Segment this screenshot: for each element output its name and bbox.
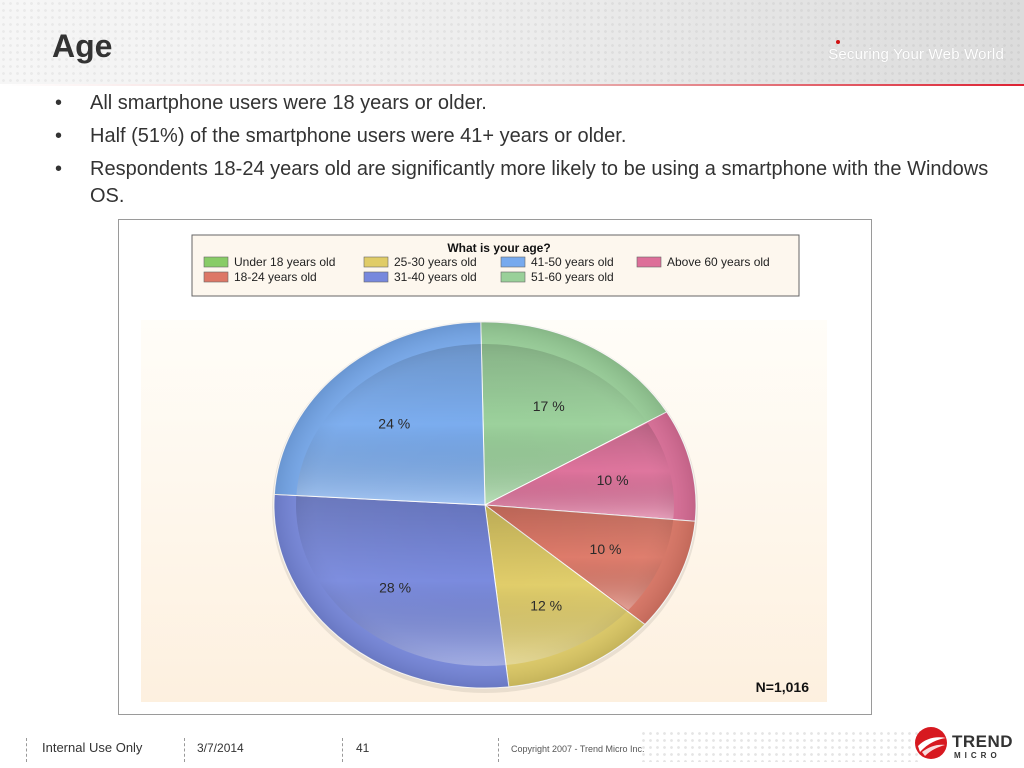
bullet-marker: • (55, 92, 63, 114)
footer-label: Internal Use Only (42, 740, 143, 755)
legend-label: 18-24 years old (234, 270, 317, 284)
footer: Internal Use Only 3/7/2014 41 Copyright … (0, 724, 1024, 768)
logo-wordmark-bottom: MICRO (954, 751, 1001, 760)
slide-title: Age (52, 28, 113, 64)
logo-wordmark-top: TREND (952, 732, 1014, 751)
bullet-item: • Respondents 18-24 years old are signif… (55, 156, 995, 210)
footer-separator (184, 738, 185, 762)
bullet-marker: • (55, 125, 63, 147)
legend-swatch (203, 271, 229, 283)
bullet-marker: • (55, 158, 63, 180)
header-rule (0, 84, 1024, 86)
footer-separator (26, 738, 27, 762)
bullet-list: • All smartphone users were 18 years or … (55, 90, 995, 216)
footer-date: 3/7/2014 (197, 741, 244, 755)
footer-separator (342, 738, 343, 762)
legend-entry: 51-60 years old (500, 270, 614, 284)
legend-swatch (203, 256, 229, 268)
legend-label: 31-40 years old (394, 270, 477, 284)
legend-entry: 25-30 years old (363, 255, 477, 269)
legend-label: 51-60 years old (531, 270, 614, 284)
header-band (0, 0, 1024, 86)
page-number: 41 (356, 741, 370, 755)
legend-swatch (500, 256, 526, 268)
bullet-text: All smartphone users were 18 years or ol… (90, 92, 487, 114)
tagline-dot (836, 40, 840, 44)
trend-micro-logo-icon (915, 727, 947, 759)
legend-swatch (636, 256, 662, 268)
bullet-text: Respondents 18-24 years old are signific… (90, 158, 989, 207)
footer-dot-pattern (640, 730, 920, 762)
bullet-text: Half (51%) of the smartphone users were … (90, 125, 627, 147)
legend-swatch (363, 256, 389, 268)
bullet-item: • Half (51%) of the smartphone users wer… (55, 123, 995, 150)
legend-label: Under 18 years old (234, 255, 335, 269)
chart-title: What is your age? (447, 241, 550, 255)
legend-swatch (363, 271, 389, 283)
legend-label: Above 60 years old (667, 255, 770, 269)
sample-size-annotation: N=1,016 (756, 679, 810, 695)
pie-slices: 17 %10 %10 %12 %28 %24 % (272, 321, 698, 693)
header-dot-pattern (0, 0, 1024, 86)
legend-entry: Above 60 years old (636, 255, 770, 269)
legend-swatch (500, 271, 526, 283)
legend-entry: Under 18 years old (203, 255, 335, 269)
bullet-item: • All smartphone users were 18 years or … (55, 90, 995, 117)
copyright-text: Copyright 2007 - Trend Micro Inc. (511, 744, 645, 754)
pie-chart: What is your age? Under 18 years old18-2… (141, 234, 827, 702)
legend-label: 25-30 years old (394, 255, 477, 269)
footer-separator (498, 738, 499, 762)
legend-entry: 41-50 years old (500, 255, 614, 269)
pie-edge-shade (274, 322, 696, 688)
chart-frame: What is your age? Under 18 years old 18-2… (118, 219, 872, 715)
tagline: Securing Your Web World (828, 46, 1004, 63)
legend-entry: 18-24 years old (203, 270, 317, 284)
legend: What is your age? Under 18 years old18-2… (191, 234, 800, 297)
legend-entry: 31-40 years old (363, 270, 477, 284)
legend-label: 41-50 years old (531, 255, 614, 269)
